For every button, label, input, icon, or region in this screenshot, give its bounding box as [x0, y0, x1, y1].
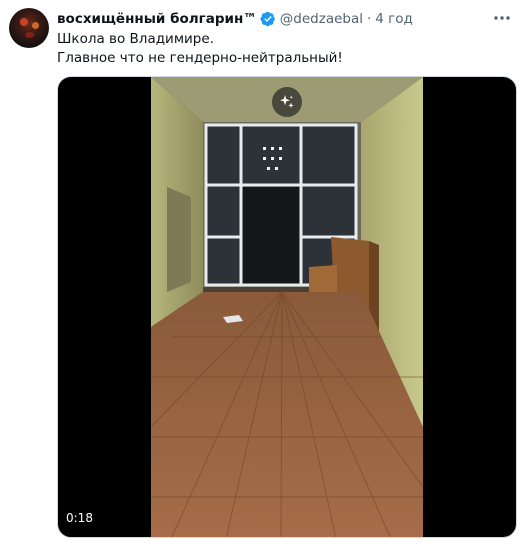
sparkle-icon	[280, 95, 294, 109]
avatar-detail	[32, 22, 39, 29]
avatar[interactable]	[9, 8, 49, 48]
grok-button[interactable]	[272, 87, 302, 117]
timestamp-link[interactable]: 4 год	[375, 11, 413, 27]
tweet-text-line: Школа во Владимире.	[57, 31, 214, 47]
tweet-text-line: Главное что не гендерно-нейтральный!	[57, 50, 343, 66]
video-frame	[151, 77, 423, 537]
avatar-detail	[20, 18, 28, 26]
video-duration: 0:18	[66, 511, 93, 525]
more-dots-icon[interactable]	[492, 10, 512, 26]
tweet-header: восхищённый болгарин™ @dedzaebal · 4 год	[57, 9, 413, 29]
separator-dot: ·	[367, 11, 372, 27]
tweet-text: Школа во Владимире. Главное что не генде…	[57, 30, 343, 68]
handle[interactable]: @dedzaebal	[280, 11, 363, 27]
tweet[interactable]: восхищённый болгарин™ @dedzaebal · 4 год…	[0, 0, 524, 544]
avatar-detail	[25, 32, 34, 38]
video-frame-image	[151, 77, 423, 537]
verified-badge-icon	[260, 11, 275, 27]
display-name[interactable]: восхищённый болгарин™	[57, 11, 257, 27]
video-player[interactable]: 0:18	[57, 76, 517, 538]
